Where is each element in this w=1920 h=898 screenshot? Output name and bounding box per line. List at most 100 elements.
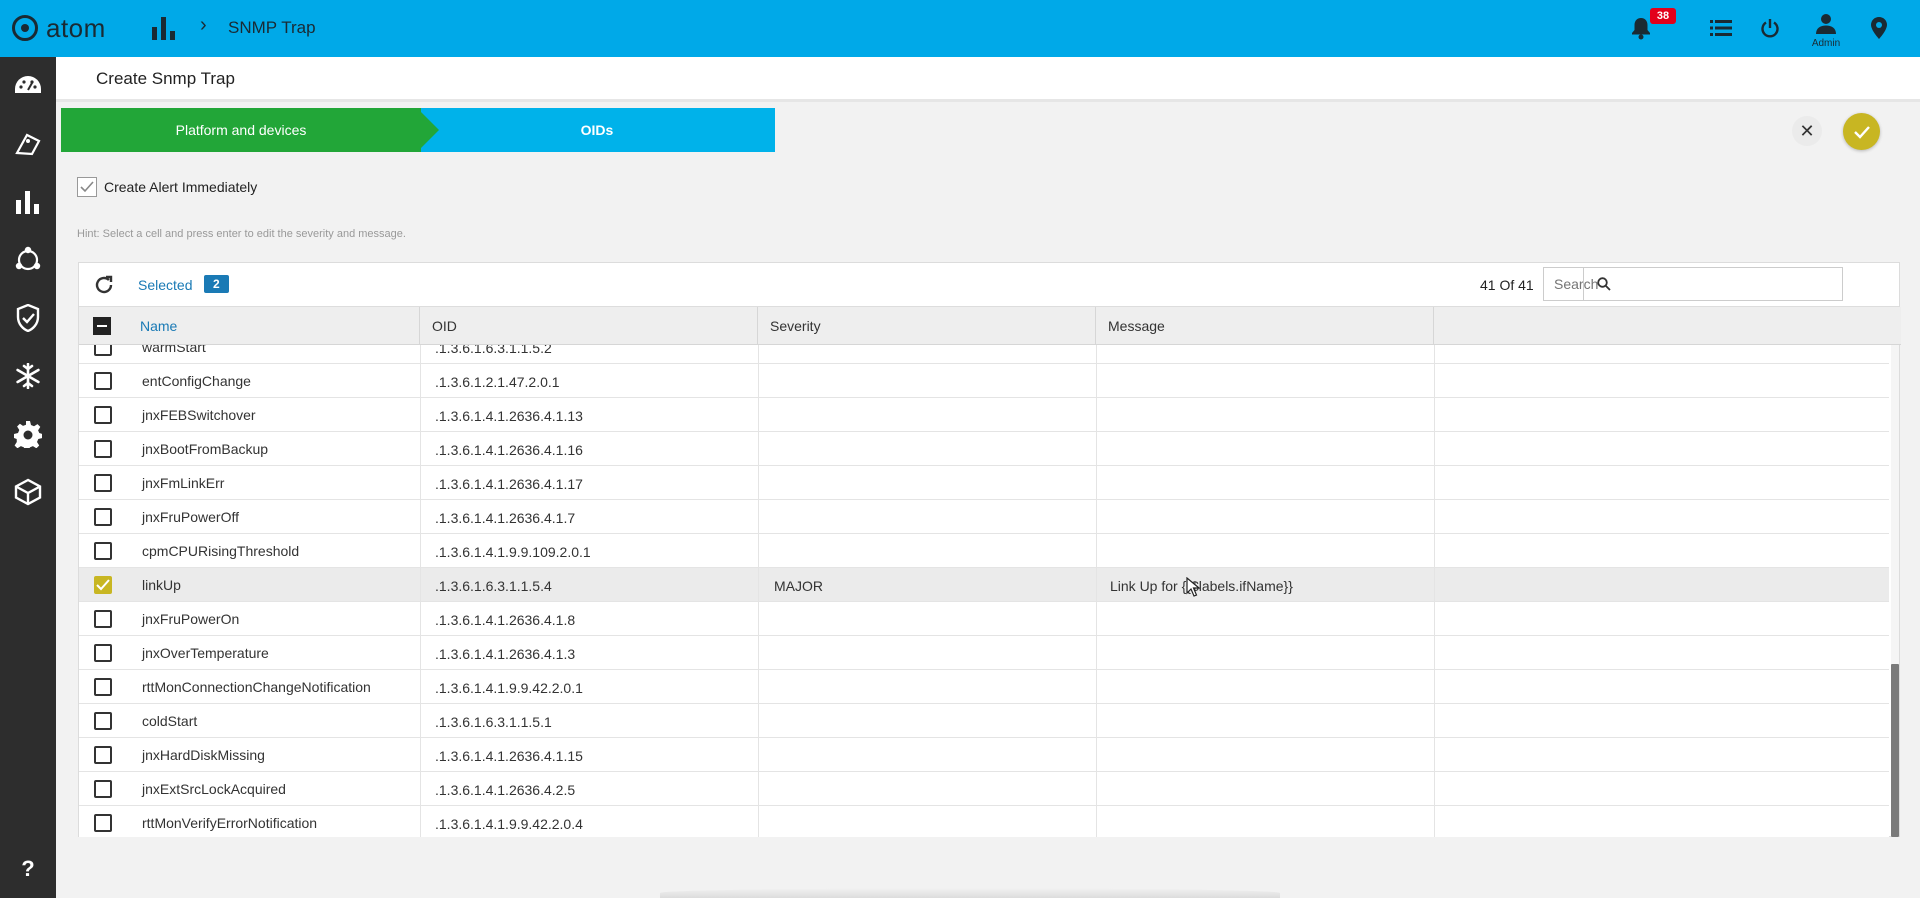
create-alert-checkbox[interactable] [77,177,97,197]
cube-icon [14,478,42,506]
table-row[interactable]: jnxHardDiskMissing .1.3.6.1.4.1.2636.4.1.… [79,738,1889,772]
column-divider [758,432,759,465]
selected-count-badge: 2 [204,275,229,293]
wizard-step-label: OIDs [580,122,614,138]
dashboard-icon [15,76,41,93]
sidebar-item-compliance[interactable] [0,289,56,347]
cell-oid: .1.3.6.1.6.3.1.1.5.2 [435,345,552,356]
cell-name: cpmCPURisingThreshold [142,543,300,559]
bar-chart-icon [16,191,39,214]
cell-oid: .1.3.6.1.4.1.2636.4.1.8 [435,612,576,628]
breadcrumb-chevron-icon: › [200,14,207,36]
row-checkbox[interactable] [94,542,112,560]
cell-oid: .1.3.6.1.4.1.2636.4.2.5 [435,782,576,798]
column-header-name[interactable]: Name [79,307,420,345]
wizard-step-platform-devices[interactable]: Platform and devices [61,108,421,152]
cell-message[interactable]: Link Up for {{$labels.ifName}} [1110,578,1293,594]
table-row[interactable]: rttMonConnectionChangeNotification .1.3.6… [79,670,1889,704]
select-all-checkbox[interactable] [93,317,111,335]
cell-name: jnxFruPowerOn [142,611,240,627]
close-button[interactable]: ✕ [1792,116,1822,146]
top-bar: atom › SNMP Trap 38 Admin [0,0,1920,57]
column-divider [1096,398,1097,431]
row-checkbox[interactable] [94,678,112,696]
column-header-oid[interactable]: OID [420,307,758,345]
sidebar-item-topology[interactable] [0,231,56,289]
table-row[interactable]: jnxOverTemperature .1.3.6.1.4.1.2636.4.1.… [79,636,1889,670]
row-checkbox[interactable] [94,406,112,424]
row-checkbox[interactable] [94,814,112,832]
row-checkbox[interactable] [94,576,112,594]
row-checkbox[interactable] [94,474,112,492]
table-row[interactable]: warmStart .1.3.6.1.6.3.1.1.5.2 [79,345,1889,364]
column-divider [758,466,759,499]
search-icon [1596,277,1611,291]
column-divider [420,364,421,397]
power-button[interactable] [1757,14,1783,42]
column-divider [758,738,759,771]
table-row[interactable]: jnxFEBSwitchover .1.3.6.1.4.1.2636.4.1.13 [79,398,1889,432]
table-body: warmStart .1.3.6.1.6.3.1.1.5.2 entConfigCh… [79,345,1889,837]
column-divider [1434,636,1435,669]
row-checkbox[interactable] [94,610,112,628]
column-header-label: Severity [770,318,821,334]
notification-badge: 38 [1650,8,1676,24]
table-row[interactable]: entConfigChange .1.3.6.1.2.1.47.2.0.1 [79,364,1889,398]
atom-logo[interactable]: atom [12,12,106,44]
help-button[interactable]: ? [0,840,56,898]
row-checkbox[interactable] [94,508,112,526]
cell-name: jnxBootFromBackup [142,441,269,457]
location-button[interactable] [1866,14,1892,42]
bar-chart-icon[interactable] [150,15,178,41]
user-menu-button[interactable] [1813,10,1839,38]
sidebar-item-tags[interactable] [0,115,56,173]
user-icon [1816,14,1836,34]
cell-severity[interactable]: MAJOR [774,578,823,594]
gear-icon [14,421,42,448]
column-divider [1434,806,1435,837]
search-button[interactable] [1583,267,1623,301]
column-divider [1434,670,1435,703]
row-checkbox[interactable] [94,372,112,390]
refresh-icon[interactable] [93,274,115,296]
row-checkbox[interactable] [94,440,112,458]
snowflake-icon [16,363,40,389]
row-checkbox[interactable] [94,345,112,356]
page-title: Create Snmp Trap [96,69,235,88]
create-alert-option[interactable]: Create Alert Immediately [77,177,257,197]
column-header-message[interactable]: Message [1096,307,1434,345]
table-row[interactable]: coldStart .1.3.6.1.6.3.1.1.5.1 [79,704,1889,738]
table-row[interactable]: jnxFruPowerOn .1.3.6.1.4.1.2636.4.1.8 [79,602,1889,636]
table-row[interactable]: jnxFmLinkErr .1.3.6.1.4.1.2636.4.1.17 [79,466,1889,500]
sidebar-item-automation[interactable] [0,347,56,405]
sidebar-item-analytics[interactable] [0,173,56,231]
table-row[interactable]: cpmCPURisingThreshold .1.3.6.1.4.1.9.9.10… [79,534,1889,568]
table-row[interactable]: rttMonVerifyErrorNotification .1.3.6.1.4.… [79,806,1889,837]
table-row[interactable]: jnxExtSrcLockAcquired .1.3.6.1.4.1.2636.4… [79,772,1889,806]
table-row[interactable]: jnxFruPowerOff .1.3.6.1.4.1.2636.4.1.7 [79,500,1889,534]
list-button[interactable] [1708,14,1734,42]
row-checkbox[interactable] [94,712,112,730]
row-checkbox[interactable] [94,644,112,662]
table-row[interactable]: jnxBootFromBackup .1.3.6.1.4.1.2636.4.1.1… [79,432,1889,466]
sidebar-item-dashboard[interactable] [0,57,56,115]
column-header-severity[interactable]: Severity [758,307,1096,345]
mouse-cursor-icon [1186,577,1200,597]
table-row[interactable]: linkUp .1.3.6.1.6.3.1.1.5.4 MAJOR Link Up f… [79,568,1889,602]
table-scrollbar-thumb[interactable] [1891,664,1899,837]
cell-oid: .1.3.6.1.4.1.2636.4.1.17 [435,476,583,492]
sidebar-item-settings[interactable] [0,405,56,463]
confirm-button[interactable] [1843,113,1880,150]
row-checkbox[interactable] [94,746,112,764]
selected-label[interactable]: Selected [138,277,192,293]
sidebar-item-resources[interactable] [0,463,56,521]
row-checkbox[interactable] [94,780,112,798]
wizard-step-arrow [417,108,439,152]
location-pin-icon [1871,17,1887,39]
wizard-step-oids[interactable]: OIDs [419,108,775,152]
column-divider [1096,466,1097,499]
network-icon [15,246,41,271]
column-divider [758,602,759,635]
cell-name: entConfigChange [142,373,251,389]
column-divider [758,772,759,805]
